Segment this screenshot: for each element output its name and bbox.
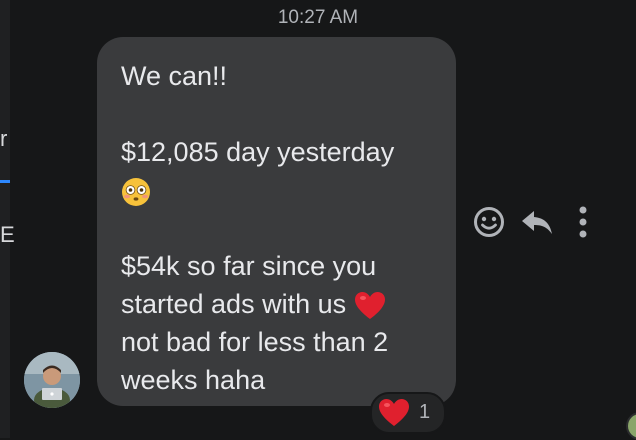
message-line: $54k so far since you <box>121 251 377 281</box>
message-line: $12,085 day yesterday <box>121 137 395 167</box>
message-line-with-emoji: started ads with us <box>121 285 438 323</box>
left-panel-text-fragment-2: E <box>0 222 15 247</box>
avatar-image <box>24 352 80 408</box>
active-tab-indicator <box>0 180 10 183</box>
react-icon[interactable] <box>472 205 506 239</box>
message-line-text: started ads with us <box>121 289 347 319</box>
message-line: not bad for less than 2 <box>121 327 389 357</box>
reply-icon[interactable] <box>520 205 554 239</box>
read-receipt-avatar <box>626 412 636 440</box>
flushed-face-icon <box>122 177 150 206</box>
more-options-icon[interactable] <box>576 205 590 239</box>
avatar[interactable] <box>24 352 80 408</box>
red-heart-icon <box>354 291 385 319</box>
message-bubble[interactable]: We can!! $12,085 day yesterday $54k so f… <box>97 37 456 406</box>
left-panel-edge: r E <box>0 0 15 438</box>
red-heart-icon <box>379 399 409 426</box>
message-line: We can!! <box>121 61 228 91</box>
message-actions <box>472 203 602 241</box>
message-timestamp: 10:27 AM <box>277 7 359 28</box>
reaction-badge[interactable]: 1 <box>370 392 446 434</box>
reaction-count: 1 <box>419 401 431 423</box>
message-emoji-line <box>121 171 438 209</box>
left-panel-text-fragment: r <box>0 126 8 151</box>
